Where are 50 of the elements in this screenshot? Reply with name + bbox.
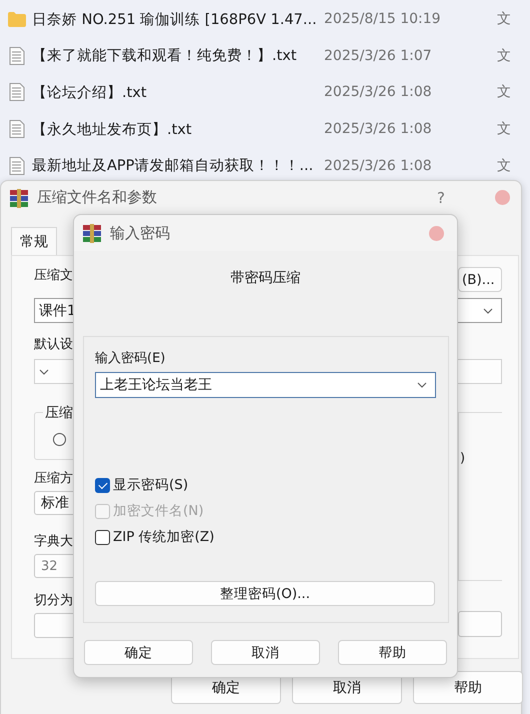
dialog-button[interactable]: 取消 (211, 640, 320, 665)
archive-books-icon (82, 223, 102, 243)
file-name[interactable]: 【来了就能下载和观看！纯免费！】.txt (32, 46, 322, 66)
field-label: 压缩文 (34, 267, 73, 284)
field-label: 输入密码(E) (95, 350, 166, 367)
file-name[interactable]: 【永久地址发布页】.txt (32, 120, 322, 139)
password-field[interactable]: 上老王论坛当老王 (95, 372, 436, 398)
archive-books-icon (9, 188, 29, 208)
text-file-icon (8, 46, 26, 65)
window-title: 压缩文件名和参数 (37, 188, 157, 207)
file-type: 文 (497, 120, 511, 138)
text-file-icon (8, 83, 26, 102)
option-text: ) (459, 451, 466, 466)
file-name[interactable]: 【论坛介绍】.txt (32, 82, 322, 102)
text-file-icon (8, 120, 26, 138)
checkbox-option[interactable]: ZIP 传统加密(Z) (95, 528, 436, 546)
help-button[interactable]: ? (437, 188, 445, 206)
chevron-icon (483, 308, 493, 314)
dialog-button[interactable]: 帮助 (413, 671, 523, 704)
text-file-icon (8, 156, 26, 175)
file-date: 2025/3/26 1:08 (324, 84, 433, 100)
close-button[interactable] (429, 226, 444, 240)
file-type: 文 (497, 156, 511, 175)
file-date: 2025/3/26 1:08 (324, 121, 433, 138)
input-field[interactable] (458, 611, 502, 637)
file-date: 2025/3/26 1:07 (324, 48, 433, 64)
file-type: 文 (497, 83, 511, 102)
group-label: 压缩 (43, 404, 75, 422)
file-type: 文 (497, 10, 511, 28)
dialog-heading: 带密码压缩 (230, 269, 300, 287)
dialog-button[interactable]: 确定 (84, 640, 193, 665)
tab[interactable]: 常规 (11, 227, 57, 255)
browse-button[interactable]: (B)... (458, 267, 502, 292)
dialog-title: 输入密码 (110, 224, 170, 242)
checkbox-option[interactable]: 显示密码(S) (95, 476, 436, 494)
chevron-icon (39, 368, 49, 374)
organize-passwords-button[interactable]: 整理密码(O)... (95, 581, 435, 606)
file-date: 2025/3/26 1:08 (324, 158, 433, 174)
dialog-button[interactable]: 帮助 (338, 640, 447, 665)
file-name[interactable]: 日奈娇 NO.251 瑜伽训练 [168P6V 1.47... (32, 10, 322, 29)
file-type: 文 (497, 46, 511, 65)
field-label: 压缩方 (34, 470, 73, 487)
file-name[interactable]: 最新地址及APP请发邮箱自动获取！！！... (32, 156, 322, 176)
field-label: 切分为 (34, 592, 73, 609)
chevron-icon (417, 382, 427, 388)
field-label: 默认设 (34, 336, 73, 353)
field-label: 字典大 (34, 533, 73, 550)
folder-icon (8, 12, 26, 27)
file-date: 2025/8/15 10:19 (324, 11, 442, 28)
close-button[interactable] (495, 190, 510, 205)
